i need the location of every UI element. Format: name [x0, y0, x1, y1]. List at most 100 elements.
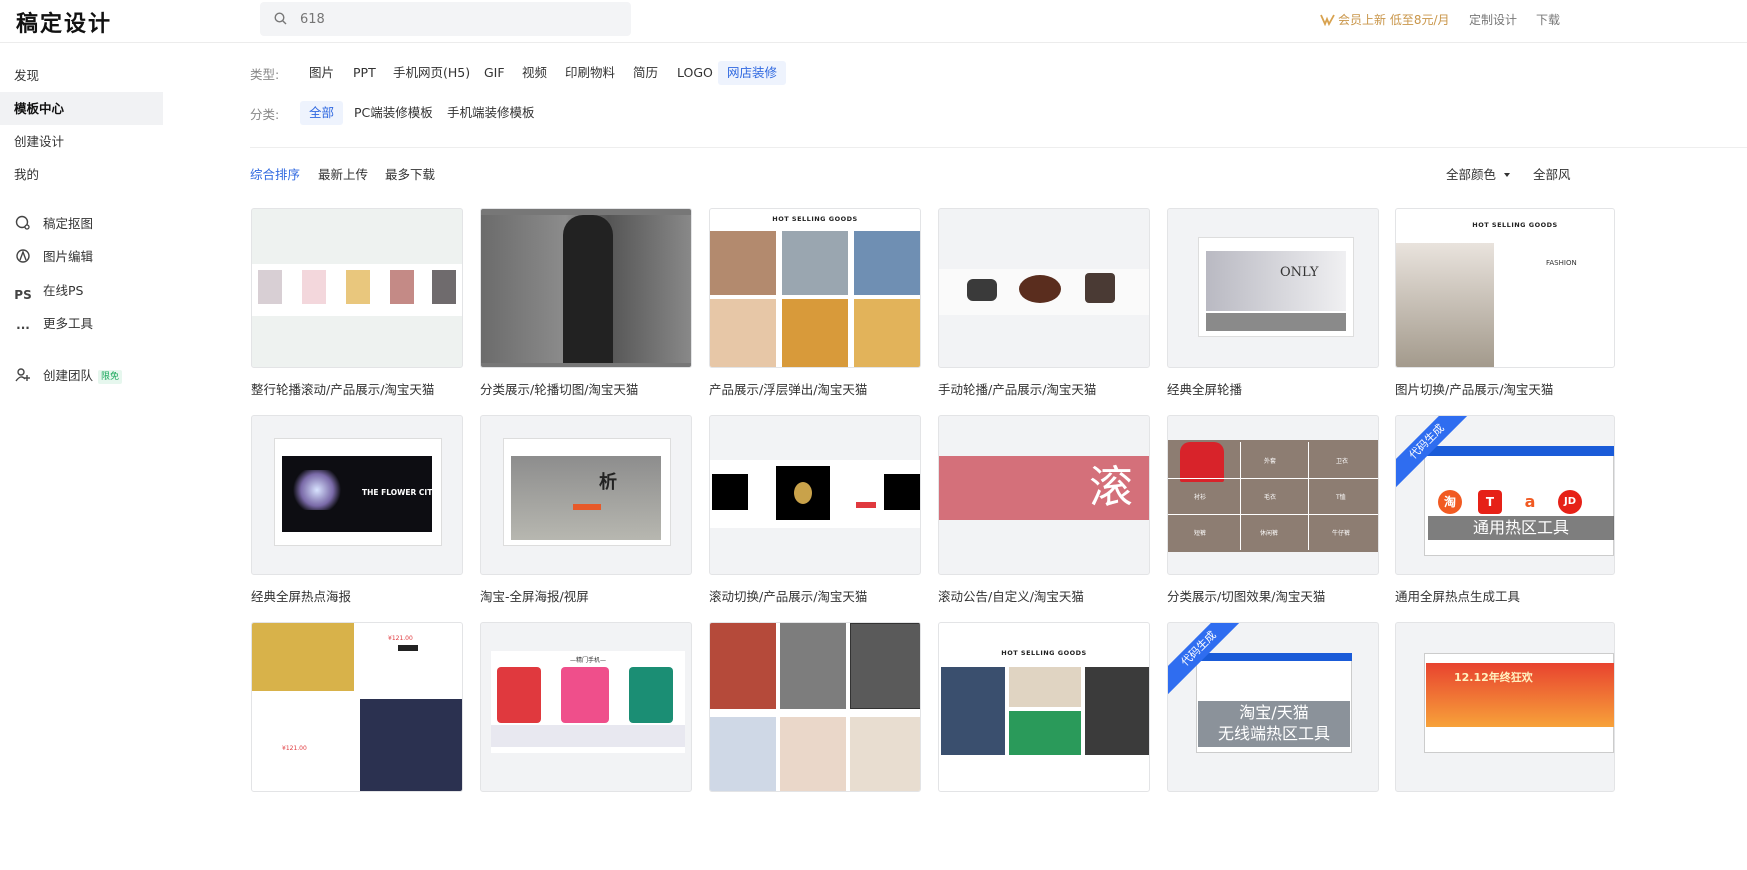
tool-cutout[interactable]: 稿定抠图: [14, 214, 93, 234]
tool-cutout-label: 稿定抠图: [43, 216, 94, 231]
only-brand-text: ONLY: [1280, 265, 1319, 280]
template-card[interactable]: [709, 622, 921, 792]
template-title[interactable]: 整行轮播滚动/产品展示/淘宝天猫: [251, 379, 434, 398]
category-filter-row: 分类: 全部 PC端装修模板 手机端装修模板: [250, 101, 650, 125]
template-title[interactable]: 滚动公告/自定义/淘宝天猫: [938, 586, 1084, 605]
template-card[interactable]: 12.12年终狂欢: [1395, 622, 1615, 792]
template-card[interactable]: [480, 208, 692, 368]
template-title[interactable]: 分类展示/轮播切图/淘宝天猫: [480, 379, 638, 398]
template-card[interactable]: [938, 208, 1150, 368]
tool-online-ps-label: 在线PS: [43, 283, 84, 298]
search-input[interactable]: [300, 2, 620, 36]
template-card[interactable]: HOT SELLING GOODS: [709, 208, 921, 368]
type-chip-image[interactable]: 图片: [300, 61, 343, 85]
nav-create-design[interactable]: 创建设计: [0, 125, 163, 158]
category-label: 衬衫: [1194, 494, 1207, 501]
template-card[interactable]: 滚: [938, 415, 1150, 575]
vip-crown-icon: [1320, 14, 1335, 26]
category-chip-pc[interactable]: PC端装修模板: [345, 101, 442, 125]
type-chip-shop-decoration[interactable]: 网店装修: [718, 61, 787, 85]
category-chip-mobile[interactable]: 手机端装修模板: [438, 101, 544, 125]
scroll-text: 滚: [1089, 462, 1133, 513]
template-title[interactable]: 经典全屏热点海报: [251, 586, 351, 605]
category-label: 卫衣: [1336, 458, 1349, 465]
template-card[interactable]: HOT SELLING GOODS FASHION: [1395, 208, 1615, 368]
type-chip-logo[interactable]: LOGO: [668, 61, 722, 85]
vip-promo-link[interactable]: 会员上新 低至8元/月: [1320, 11, 1450, 28]
hot-selling-heading: HOT SELLING GOODS: [1472, 221, 1558, 229]
template-card[interactable]: THE FLOWER CITY: [251, 415, 463, 575]
download-link[interactable]: 下载: [1536, 11, 1560, 28]
nav-discover[interactable]: 发现: [0, 59, 163, 92]
chevron-down-icon: [1504, 173, 1511, 177]
image-edit-icon: [16, 249, 30, 263]
template-card[interactable]: 析: [480, 415, 692, 575]
analysis-text: 析: [599, 472, 617, 493]
sidebar: 发现 模板中心 创建设计 我的 稿定抠图 图片编辑 PS 在线PS ··· 更多工具…: [0, 44, 163, 870]
category-label: 休闲裤: [1260, 530, 1279, 537]
alibaba-logo: a: [1524, 492, 1536, 511]
ps-icon: PS: [14, 288, 32, 302]
template-card[interactable]: [251, 208, 463, 368]
template-card[interactable]: 外套 卫衣 衬衫 毛衣 T恤 短裤 休闲裤 牛仔裤: [1167, 415, 1379, 575]
template-title[interactable]: 经典全屏轮播: [1167, 379, 1242, 398]
category-label: 短裤: [1194, 530, 1207, 537]
fashion-text: FASHION: [1546, 259, 1577, 267]
price-label: ¥121.00: [282, 745, 307, 752]
hot-selling-heading: HOT SELLING GOODS: [772, 215, 858, 223]
type-chip-print[interactable]: 印刷物料: [556, 61, 624, 85]
type-chip-ppt[interactable]: PPT: [344, 61, 385, 85]
type-chip-h5[interactable]: 手机网页(H5): [384, 61, 479, 85]
wireless-title-line2: 无线端热区工具: [1217, 724, 1330, 743]
sort-comprehensive[interactable]: 综合排序: [250, 164, 300, 183]
sort-most-downloaded[interactable]: 最多下载: [385, 164, 435, 183]
template-card[interactable]: ¥121.00 ¥121.00: [251, 622, 463, 792]
category-label: T恤: [1336, 494, 1346, 501]
filter-divider: [250, 147, 1747, 148]
template-title[interactable]: 通用全屏热点生成工具: [1395, 586, 1520, 605]
template-card[interactable]: 淘 T a JD 通用热区工具 代码生成: [1395, 415, 1615, 575]
team-add-icon: [15, 368, 30, 382]
tool-image-edit[interactable]: 图片编辑: [14, 247, 93, 267]
template-title[interactable]: 分类展示/切图效果/淘宝天猫: [1167, 586, 1325, 605]
tool-online-ps[interactable]: PS 在线PS: [14, 281, 84, 302]
flower-city-text: THE FLOWER CITY: [362, 488, 438, 497]
search-bar[interactable]: [260, 2, 631, 36]
color-filter-label: 全部颜色: [1446, 167, 1497, 182]
template-title[interactable]: 滚动切换/产品展示/淘宝天猫: [709, 586, 867, 605]
sort-newest[interactable]: 最新上传: [318, 164, 368, 183]
category-chip-all[interactable]: 全部: [300, 101, 344, 125]
template-title[interactable]: 淘宝-全屏海报/视屏: [480, 586, 589, 605]
template-title[interactable]: 产品展示/浮层弹出/淘宝天猫: [709, 379, 867, 398]
carousel-strip: [252, 264, 462, 316]
template-card[interactable]: ONLY: [1167, 208, 1379, 368]
template-title[interactable]: 手动轮播/产品展示/淘宝天猫: [938, 379, 1096, 398]
wireless-title-line1: 淘宝/天猫: [1239, 703, 1309, 722]
nav-mine[interactable]: 我的: [0, 158, 163, 191]
cutout-icon: [15, 215, 30, 230]
more-icon: ···: [16, 321, 30, 335]
type-chip-resume[interactable]: 简历: [624, 61, 667, 85]
template-title[interactable]: 图片切换/产品展示/淘宝天猫: [1395, 379, 1553, 398]
color-filter-dropdown[interactable]: 全部颜色: [1446, 164, 1511, 183]
template-card[interactable]: [709, 415, 921, 575]
template-card[interactable]: 淘宝/天猫 无线端热区工具 代码生成: [1167, 622, 1379, 792]
app-logo[interactable]: 稿定设计: [16, 6, 112, 38]
phone-section-title: —精门手机—: [569, 657, 606, 664]
create-team[interactable]: 创建团队 限免: [14, 366, 123, 386]
custom-design-link[interactable]: 定制设计: [1469, 11, 1517, 28]
jd-logo: JD: [1558, 490, 1582, 514]
template-card[interactable]: HOT SELLING GOODS: [938, 622, 1150, 792]
nav-template-center[interactable]: 模板中心: [0, 92, 163, 125]
tool-more[interactable]: ··· 更多工具: [14, 314, 93, 335]
style-filter-dropdown[interactable]: 全部风: [1533, 164, 1571, 183]
top-header: 稿定设计 会员上新 低至8元/月 定制设计 下载: [0, 0, 1747, 43]
category-filter-label: 分类:: [250, 107, 280, 122]
type-chip-video[interactable]: 视频: [513, 61, 556, 85]
vip-promo-text: 会员上新 低至8元/月: [1338, 13, 1450, 27]
price-label: ¥121.00: [388, 635, 413, 642]
type-chip-gif[interactable]: GIF: [475, 61, 514, 85]
hot-selling-heading: HOT SELLING GOODS: [1001, 649, 1087, 657]
search-icon: [274, 12, 287, 25]
template-card[interactable]: —精门手机—: [480, 622, 692, 792]
